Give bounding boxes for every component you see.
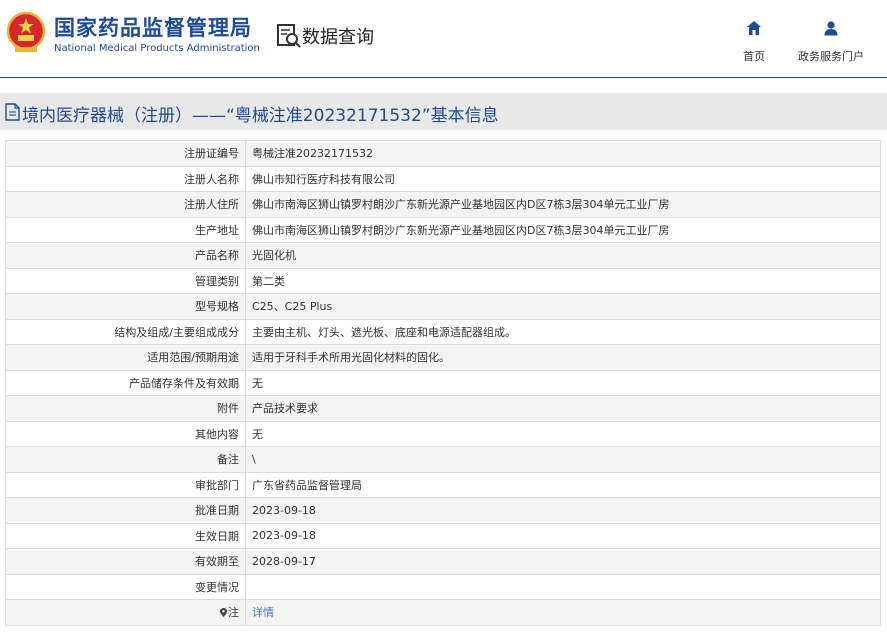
- table-row: 结构及组成/主要组成成分 主要由主机、灯头、遮光板、底座和电源适配器组成。: [5, 318, 881, 345]
- field-value: 第二类: [245, 267, 881, 294]
- field-label: 批准日期: [5, 497, 246, 524]
- field-value: 广东省药品监督管理局: [245, 471, 881, 498]
- field-value: 主要由主机、灯头、遮光板、底座和电源适配器组成。: [245, 318, 881, 345]
- field-value: 2028-09-17: [245, 548, 881, 575]
- field-label: 注册证编号: [5, 140, 246, 167]
- field-value: \: [245, 446, 881, 473]
- field-value: 2023-09-18: [245, 497, 881, 524]
- table-row: 生产地址 佛山市南海区狮山镇罗村朗沙广东新光源产业基地园区内D区7栋3层304单元…: [5, 216, 881, 243]
- table-row: 变更情况: [5, 573, 881, 600]
- nav-home-label: 首页: [743, 50, 765, 63]
- field-label: 附件: [5, 395, 246, 422]
- field-label: 产品储存条件及有效期: [5, 369, 246, 396]
- home-icon: [747, 21, 761, 35]
- data-query-label[interactable]: 数据查询: [302, 23, 374, 49]
- table-row: 有效期至 2028-09-17: [5, 548, 881, 575]
- table-row: 注册证编号 粤械注准20232171532: [5, 140, 881, 167]
- registration-info-table: 注册证编号 粤械注准20232171532 注册人名称 佛山市知行医疗科技有限公司 注册…: [5, 140, 881, 626]
- national-emblem-icon: [6, 11, 46, 52]
- note-row: 注详情: [5, 599, 881, 626]
- field-label: 有效期至: [5, 548, 246, 575]
- field-label: 结构及组成/主要组成成分: [5, 318, 246, 345]
- note-label-cell: 注: [5, 599, 246, 626]
- field-label: 注册人住所: [5, 191, 246, 218]
- field-value: 佛山市南海区狮山镇罗村朗沙广东新光源产业基地园区内D区7栋3层304单元工业厂房: [245, 191, 881, 218]
- table-row: 产品名称 光固化机: [5, 242, 881, 269]
- field-label: 注册人名称: [5, 165, 246, 192]
- pin-icon: [220, 608, 227, 618]
- field-value: [245, 573, 881, 600]
- table-row: 审批部门 广东省药品监督管理局: [5, 471, 881, 498]
- table-row: 附件 产品技术要求: [5, 395, 881, 422]
- site-header: 国家药品监督管理局 National Medical Products Admi…: [0, 0, 887, 78]
- field-value: 2023-09-18: [245, 522, 881, 549]
- table-row: 型号规格 C25、C25 Plus: [5, 293, 881, 320]
- table-row: 备注 \: [5, 446, 881, 473]
- data-query-icon: [277, 24, 301, 48]
- table-row: 批准日期 2023-09-18: [5, 497, 881, 524]
- field-value: C25、C25 Plus: [245, 293, 881, 320]
- field-value: 产品技术要求: [245, 395, 881, 422]
- field-label: 生效日期: [5, 522, 246, 549]
- field-value: 光固化机: [245, 242, 881, 269]
- field-label: 产品名称: [5, 242, 246, 269]
- field-value: 粤械注准20232171532: [245, 140, 881, 167]
- field-label: 审批部门: [5, 471, 246, 498]
- table-row: 产品储存条件及有效期无: [5, 369, 881, 396]
- nav-home[interactable]: 首页: [714, 20, 794, 64]
- field-label: 生产地址: [5, 216, 246, 243]
- table-row: 适用范围/预期用途 适用于牙科手术所用光固化材料的固化。: [5, 344, 881, 371]
- field-value: 无: [245, 420, 881, 447]
- page-title-bar: 境内医疗器械（注册）——“粤械注准20232171532”基本信息: [0, 93, 887, 130]
- field-value: 适用于牙科手术所用光固化材料的固化。: [245, 344, 881, 371]
- table-row: 注册人名称 佛山市知行医疗科技有限公司: [5, 165, 881, 192]
- page-title: 境内医疗器械（注册）——“粤械注准20232171532”基本信息: [22, 106, 499, 126]
- note-value-cell: 详情: [245, 599, 881, 626]
- field-label: 管理类别: [5, 267, 246, 294]
- field-label: 型号规格: [5, 293, 246, 320]
- document-icon: [5, 103, 20, 121]
- field-value: 无: [245, 369, 881, 396]
- note-label: 注: [228, 606, 239, 620]
- agency-name-cn[interactable]: 国家药品监督管理局: [54, 12, 252, 42]
- field-label: 变更情况: [5, 573, 246, 600]
- field-label: 备注: [5, 446, 246, 473]
- table-row: 生效日期 2023-09-18: [5, 522, 881, 549]
- field-label: 适用范围/预期用途: [5, 344, 246, 371]
- table-row: 其他内容无: [5, 420, 881, 447]
- field-label: 其他内容: [5, 420, 246, 447]
- field-value: 佛山市南海区狮山镇罗村朗沙广东新光源产业基地园区内D区7栋3层304单元工业厂房: [245, 216, 881, 243]
- header-divider: [0, 77, 887, 78]
- nav-gov-service[interactable]: 政务服务门户: [791, 20, 871, 64]
- table-row: 注册人住所 佛山市南海区狮山镇罗村朗沙广东新光源产业基地园区内D区7栋3层304单…: [5, 191, 881, 218]
- table-row: 管理类别 第二类: [5, 267, 881, 294]
- nav-gov-service-label: 政务服务门户: [798, 50, 864, 63]
- agency-name-en: National Medical Products Administration: [54, 43, 260, 54]
- user-icon: [824, 21, 838, 36]
- field-value: 佛山市知行医疗科技有限公司: [245, 165, 881, 192]
- details-link[interactable]: 详情: [252, 606, 274, 619]
